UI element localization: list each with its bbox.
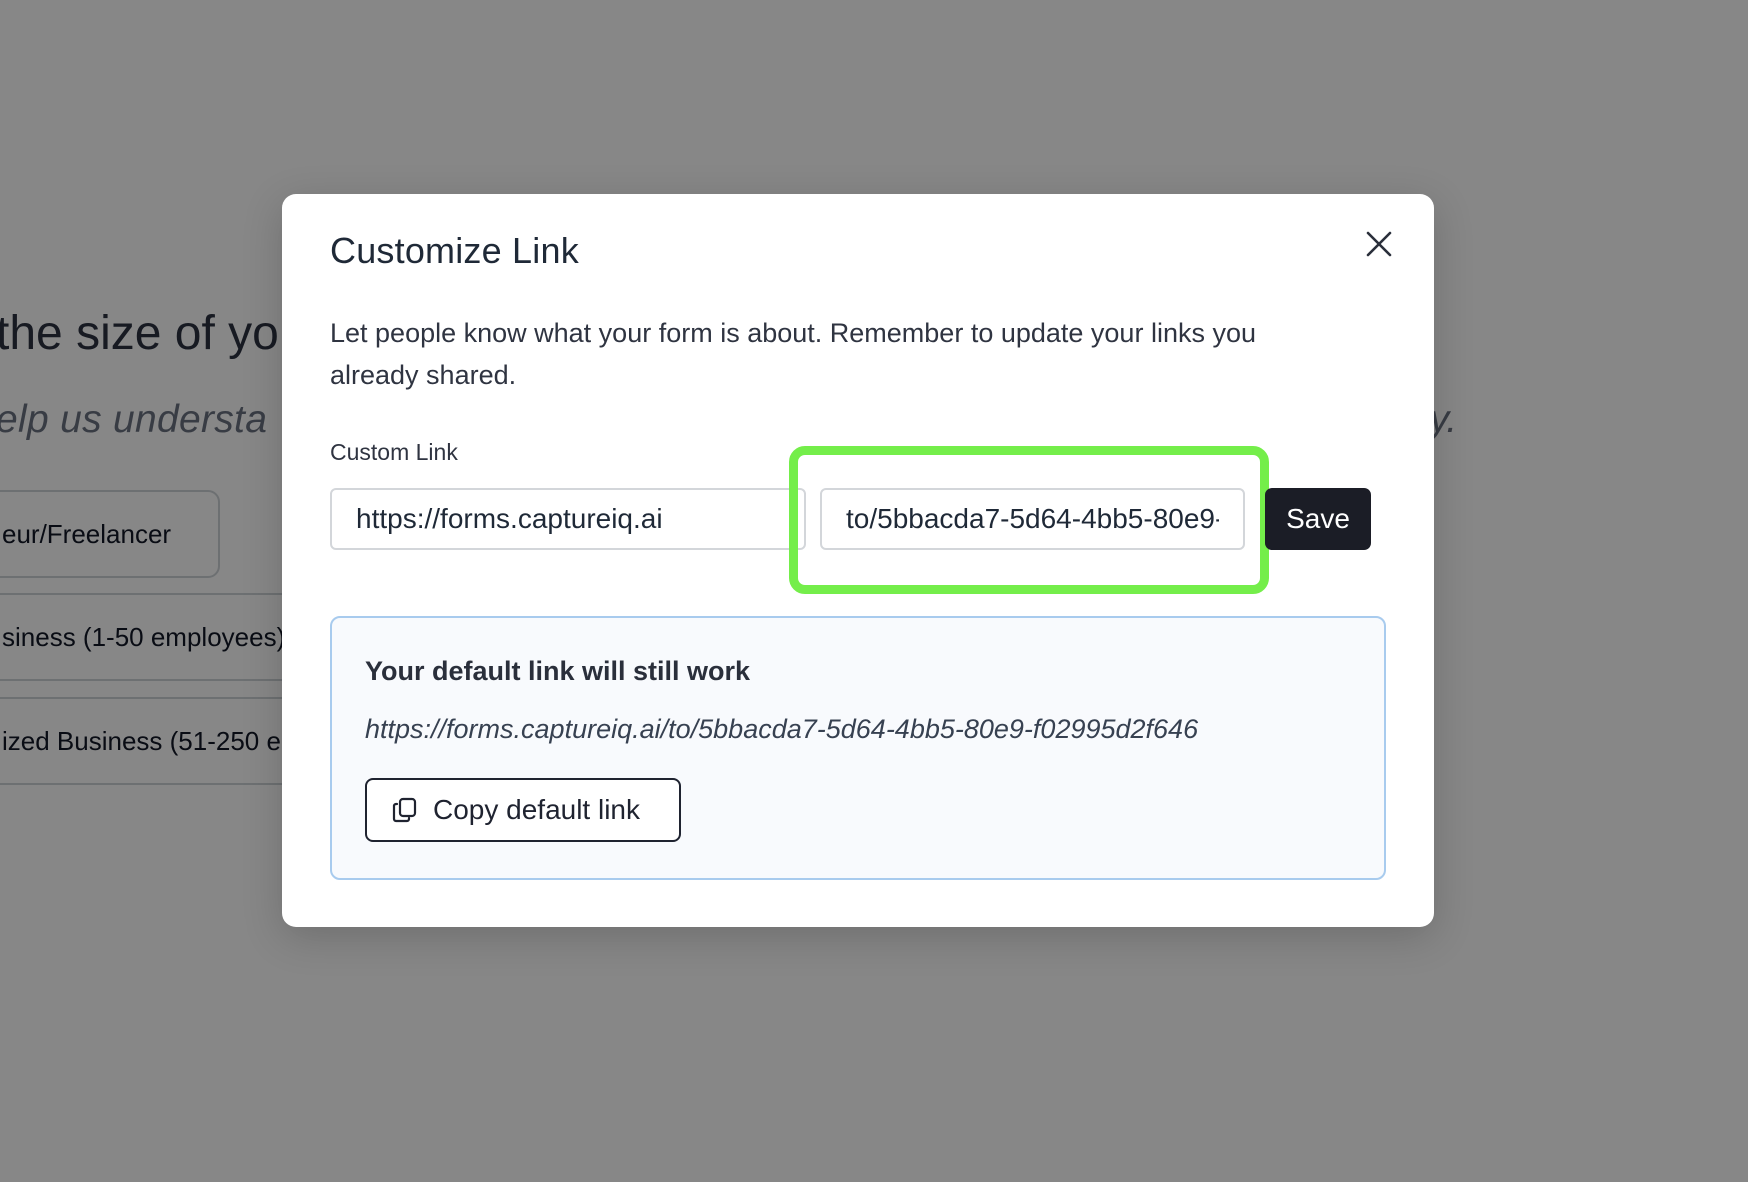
close-icon: [1366, 231, 1392, 257]
default-link-title: Your default link will still work: [365, 656, 751, 686]
close-button[interactable]: [1359, 224, 1399, 264]
customize-link-dialog: Customize Link Let people know what your…: [282, 194, 1434, 927]
default-link-url: https://forms.captureiq.ai/to/5bbacda7-5…: [365, 714, 1199, 744]
modal-description: Let people know what your form is about.…: [330, 318, 1256, 390]
link-prefix-input[interactable]: [330, 488, 806, 550]
save-button[interactable]: Save: [1265, 488, 1371, 550]
copy-default-link-label: Copy default link: [433, 794, 641, 825]
link-slug-input[interactable]: [820, 488, 1245, 550]
copy-default-link-button[interactable]: Copy default link: [365, 778, 681, 842]
default-link-card: Your default link will still work https:…: [330, 616, 1386, 880]
custom-link-label: Custom Link: [330, 439, 458, 465]
modal-title: Customize Link: [330, 230, 579, 271]
copy-icon: [391, 796, 419, 824]
